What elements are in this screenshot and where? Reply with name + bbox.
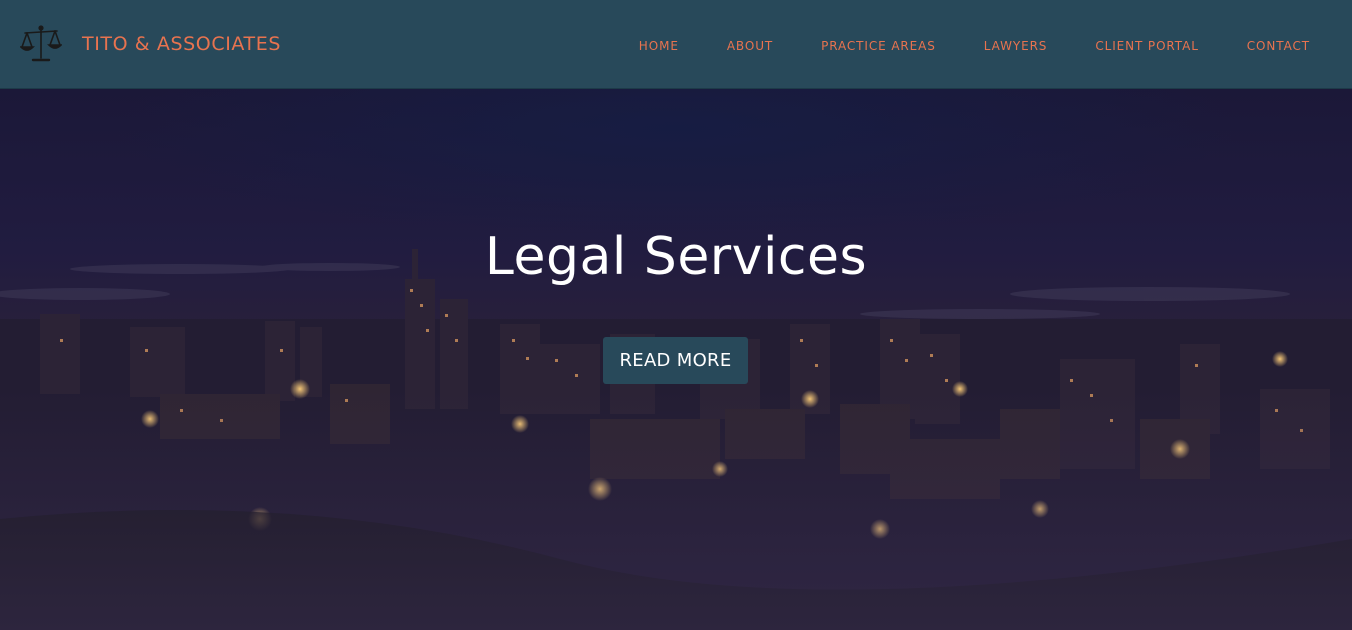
scales-of-justice-icon (20, 25, 62, 62)
nav-item-practice-areas: PRACTICE AREAS (821, 35, 936, 54)
brand-name: TITO & ASSOCIATES (82, 33, 282, 55)
nav-link-client-portal[interactable]: CLIENT PORTAL (1095, 39, 1198, 53)
nav-item-about: ABOUT (727, 35, 773, 54)
main-nav: HOME ABOUT PRACTICE AREAS LAWYERS CLIENT… (591, 0, 1310, 89)
nav-item-client-portal: CLIENT PORTAL (1095, 35, 1198, 54)
nav-link-contact[interactable]: CONTACT (1247, 39, 1310, 53)
nav-item-home: HOME (639, 35, 679, 54)
brand-link[interactable]: TITO & ASSOCIATES (20, 22, 281, 66)
nav-item-lawyers: LAWYERS (984, 35, 1048, 54)
nav-link-lawyers[interactable]: LAWYERS (984, 39, 1048, 53)
hero-content: Legal Services READ MORE (0, 89, 1352, 630)
read-more-button[interactable]: READ MORE (603, 337, 748, 384)
nav-item-contact: CONTACT (1247, 35, 1310, 54)
hero-section: Legal Services READ MORE (0, 89, 1352, 630)
nav-link-practice-areas[interactable]: PRACTICE AREAS (821, 39, 936, 53)
hero-title: Legal Services (484, 227, 868, 287)
nav-link-about[interactable]: ABOUT (727, 39, 773, 53)
navbar: TITO & ASSOCIATES HOME ABOUT PRACTICE AR… (0, 0, 1352, 89)
nav-link-home[interactable]: HOME (639, 39, 679, 53)
